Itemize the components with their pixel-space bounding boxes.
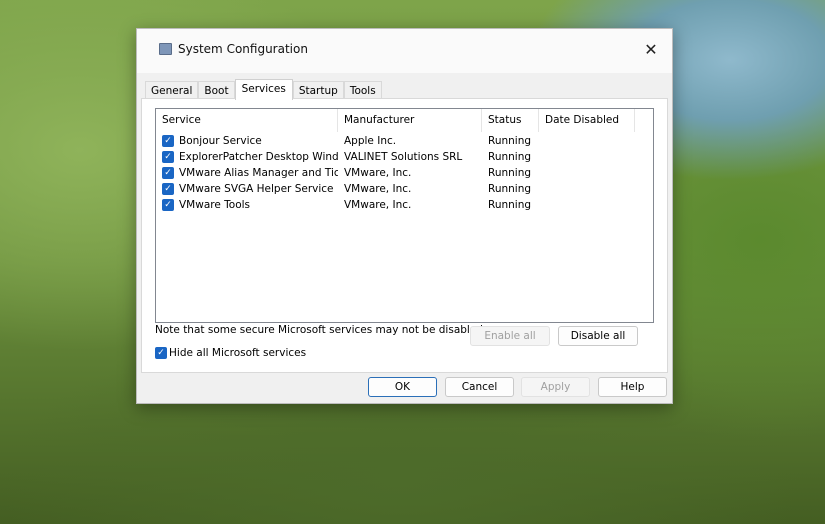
services-list[interactable]: Service Manufacturer Status Date Disable… bbox=[155, 108, 654, 323]
service-row[interactable]: ✓ VMware Alias Manager and Ticke... VMwar… bbox=[156, 165, 653, 181]
service-checkbox[interactable]: ✓ bbox=[162, 151, 174, 163]
help-button[interactable]: Help bbox=[598, 377, 667, 397]
service-name: Bonjour Service bbox=[179, 135, 262, 147]
service-name: ExplorerPatcher Desktop Windo... bbox=[179, 151, 338, 163]
service-checkbox[interactable]: ✓ bbox=[162, 183, 174, 195]
status-cell: Running bbox=[488, 167, 532, 179]
service-cell: ✓ VMware Tools bbox=[156, 199, 338, 211]
system-configuration-dialog: System Configuration ✕ General Boot Serv… bbox=[136, 28, 673, 404]
tab-strip: General Boot Services Startup Tools bbox=[145, 79, 382, 100]
service-name: VMware Alias Manager and Ticke... bbox=[179, 167, 338, 179]
column-status[interactable]: Status bbox=[482, 109, 539, 132]
hide-microsoft-checkbox[interactable]: ✓ bbox=[155, 347, 167, 359]
service-row[interactable]: ✓ Bonjour Service Apple Inc. Running bbox=[156, 133, 653, 149]
service-name: VMware Tools bbox=[179, 199, 251, 211]
column-service[interactable]: Service bbox=[156, 109, 338, 132]
service-checkbox[interactable]: ✓ bbox=[162, 167, 174, 179]
manufacturer-cell: VMware, Inc. bbox=[344, 167, 412, 179]
window-title: System Configuration bbox=[178, 42, 308, 56]
manufacturer-cell: VALINET Solutions SRL bbox=[344, 151, 463, 163]
ok-button[interactable]: OK bbox=[368, 377, 437, 397]
service-row[interactable]: ✓ ExplorerPatcher Desktop Windo... VALINE… bbox=[156, 149, 653, 165]
enable-all-button[interactable]: Enable all bbox=[470, 326, 550, 346]
service-row[interactable]: ✓ VMware SVGA Helper Service VMware, Inc.… bbox=[156, 181, 653, 197]
status-cell: Running bbox=[488, 183, 532, 195]
disable-all-button[interactable]: Disable all bbox=[558, 326, 638, 346]
status-cell: Running bbox=[488, 199, 532, 211]
msconfig-icon bbox=[159, 43, 172, 55]
status-cell: Running bbox=[488, 151, 532, 163]
services-tab-page: Service Manufacturer Status Date Disable… bbox=[141, 98, 668, 373]
manufacturer-cell: VMware, Inc. bbox=[344, 199, 412, 211]
service-name: VMware SVGA Helper Service bbox=[179, 183, 334, 195]
hide-microsoft-label: Hide all Microsoft services bbox=[169, 347, 307, 359]
service-cell: ✓ ExplorerPatcher Desktop Windo... bbox=[156, 151, 338, 163]
column-manufacturer[interactable]: Manufacturer bbox=[338, 109, 482, 132]
hide-microsoft-services[interactable]: ✓ Hide all Microsoft services bbox=[155, 347, 306, 359]
tab-services[interactable]: Services bbox=[234, 79, 293, 100]
service-row[interactable]: ✓ VMware Tools VMware, Inc. Running bbox=[156, 197, 653, 213]
apply-button[interactable]: Apply bbox=[521, 377, 590, 397]
status-cell: Running bbox=[488, 135, 532, 147]
service-cell: ✓ Bonjour Service bbox=[156, 135, 338, 147]
service-checkbox[interactable]: ✓ bbox=[162, 199, 174, 211]
note-text: Note that some secure Microsoft services… bbox=[155, 324, 487, 336]
cancel-button[interactable]: Cancel bbox=[445, 377, 514, 397]
manufacturer-cell: Apple Inc. bbox=[344, 135, 397, 147]
column-date-disabled[interactable]: Date Disabled bbox=[539, 109, 635, 132]
title-bar: System Configuration ✕ bbox=[137, 29, 672, 73]
service-cell: ✓ VMware Alias Manager and Ticke... bbox=[156, 167, 338, 179]
list-header: Service Manufacturer Status Date Disable… bbox=[156, 109, 653, 133]
service-cell: ✓ VMware SVGA Helper Service bbox=[156, 183, 338, 195]
manufacturer-cell: VMware, Inc. bbox=[344, 183, 412, 195]
close-button[interactable]: ✕ bbox=[638, 39, 664, 61]
service-checkbox[interactable]: ✓ bbox=[162, 135, 174, 147]
